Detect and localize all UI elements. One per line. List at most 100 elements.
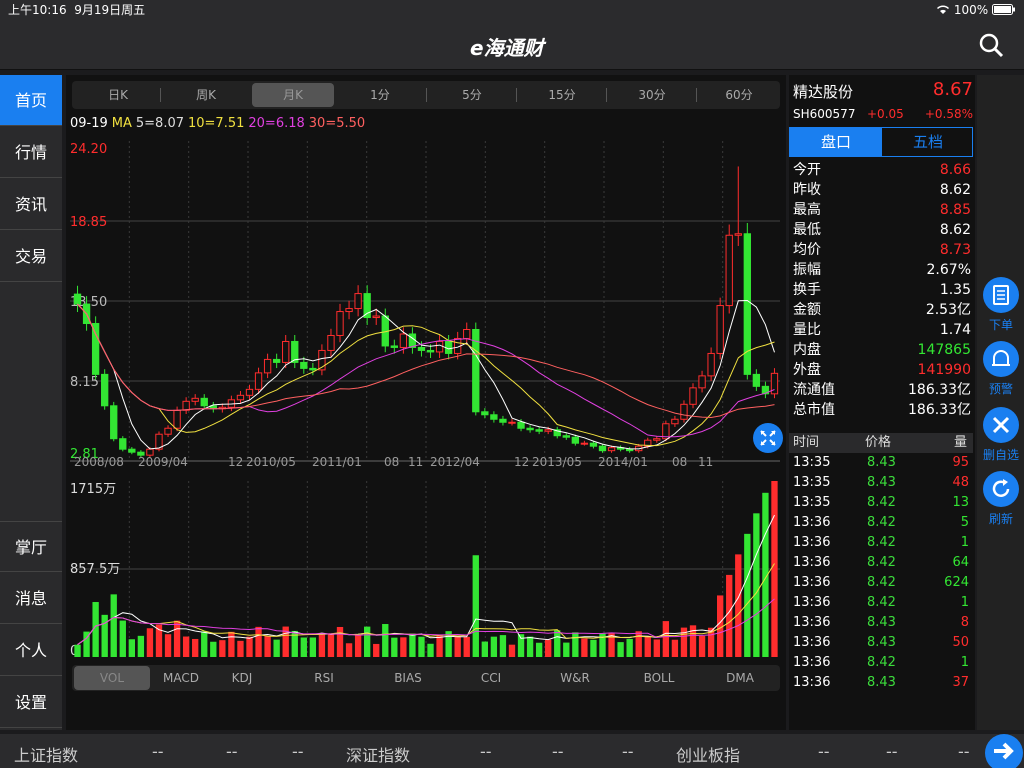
tab-macd[interactable]: MACD <box>152 666 210 690</box>
price-change-pct: +0.58% <box>924 107 973 121</box>
trade-qty: 48 <box>952 475 969 490</box>
remove-watchlist-button[interactable]: 删自选 <box>981 407 1021 463</box>
x-tick-label: 11 <box>408 455 423 469</box>
left-nav: 首页 行情 资讯 交易 掌厅 消息 个人 设置 <box>0 75 62 730</box>
quote-row-value: 8.66 <box>939 162 971 178</box>
tab-wr[interactable]: W&R <box>534 666 616 690</box>
tab-1min[interactable]: 1分 <box>338 83 422 107</box>
nav-item-market[interactable]: 行情 <box>0 127 62 178</box>
status-time: 上午10:16 9月19日周五 <box>8 3 146 17</box>
trade-row: 13:36 8.42 1 <box>793 533 971 553</box>
volume-bar <box>210 641 217 657</box>
trades-header: 时间 价格 量 <box>789 433 973 453</box>
x-tick-label: 08 <box>384 455 399 469</box>
alert-button[interactable]: 预警 <box>981 341 1021 397</box>
quote-row: 振幅 2.67% <box>793 260 971 280</box>
x-tick-label: 12 <box>228 455 243 469</box>
quote-row: 换手 1.35 <box>793 280 971 300</box>
zoom-button[interactable] <box>753 423 783 453</box>
x-tick-label: 2011/01 <box>312 455 362 469</box>
volume-bar <box>454 636 461 657</box>
tab-five-levels[interactable]: 五档 <box>882 128 974 156</box>
quote-row-label: 换手 <box>793 282 821 298</box>
candle-body <box>417 346 426 351</box>
candle-body <box>508 421 516 424</box>
quote-row-value: 8.73 <box>939 242 971 258</box>
candle-body <box>707 352 715 377</box>
tab-divider <box>606 88 607 102</box>
volume-bar <box>644 635 651 657</box>
candle-body <box>680 403 688 420</box>
trade-row: 13:36 8.42 624 <box>793 573 971 593</box>
candlestick-chart[interactable]: 24.2018.8513.508.152.812008/08 2009/04 12 2… <box>68 133 784 469</box>
tab-kdj[interactable]: KDJ <box>212 666 272 690</box>
volume-bar <box>753 513 760 657</box>
quote-row: 量比 1.74 <box>793 320 971 340</box>
refresh-button[interactable]: 刷新 <box>981 471 1021 527</box>
volume-bar <box>499 635 507 657</box>
nav-item-profile[interactable]: 个人 <box>0 625 62 676</box>
candle-body <box>236 394 245 401</box>
trade-time: 13:35 <box>793 495 831 510</box>
trade-qty: 1 <box>960 595 969 610</box>
trade-qty: 624 <box>944 575 969 590</box>
tab-month-k[interactable]: 月K <box>252 83 334 107</box>
tab-day-k[interactable]: 日K <box>80 83 156 107</box>
tab-quote[interactable]: 盘口 <box>790 128 882 156</box>
ma-date: 09-19 <box>70 116 108 131</box>
volume-bar <box>164 634 172 657</box>
nav-item-news[interactable]: 资讯 <box>0 179 62 230</box>
candle-body <box>336 311 344 336</box>
search-icon[interactable] <box>978 32 1004 58</box>
tab-60min[interactable]: 60分 <box>700 83 778 107</box>
tab-5min[interactable]: 5分 <box>430 83 514 107</box>
tab-rsi[interactable]: RSI <box>284 666 364 690</box>
tab-30min[interactable]: 30分 <box>610 83 694 107</box>
tab-cci[interactable]: CCI <box>450 666 532 690</box>
candle-body <box>535 429 543 432</box>
candle-body <box>272 358 281 363</box>
volume-bar <box>635 631 642 657</box>
candle-body <box>580 442 589 445</box>
tab-15min[interactable]: 15分 <box>520 83 604 107</box>
index-ticker[interactable]: 上证指数 -- -- -- 深证指数 -- -- -- 创业板指 -- -- -… <box>0 734 1024 768</box>
trades-header-price: 价格 <box>865 435 892 450</box>
tab-vol[interactable]: VOL <box>74 666 150 690</box>
nav-item-messages[interactable]: 消息 <box>0 573 62 624</box>
candle-body <box>517 421 525 429</box>
bell-icon <box>992 350 1010 366</box>
volume-bar <box>228 631 235 657</box>
volume-bar <box>581 638 588 657</box>
nav-item-home[interactable]: 首页 <box>0 75 62 126</box>
volume-bar <box>726 574 733 657</box>
candle-body <box>263 358 272 374</box>
trade-qty: 13 <box>952 495 969 510</box>
ticker-next-button[interactable] <box>985 734 1023 768</box>
nav-item-trade[interactable]: 交易 <box>0 231 62 282</box>
quote-row: 昨收 8.62 <box>793 180 971 200</box>
tab-boll[interactable]: BOLL <box>618 666 700 690</box>
volume-bar <box>192 638 199 657</box>
ticker-index-cyb: 创业板指 <box>676 746 741 765</box>
nav-item-settings[interactable]: 设置 <box>0 677 62 728</box>
volume-bar <box>744 533 751 657</box>
volume-tick-label: 1715万 <box>70 482 116 497</box>
ma10-value: 10=7.51 <box>188 116 245 131</box>
quote-row-value: 2.67% <box>926 262 971 278</box>
trade-price: 8.43 <box>867 615 896 630</box>
quote-row-label: 最高 <box>793 202 821 218</box>
tab-week-k[interactable]: 周K <box>166 83 246 107</box>
trade-price: 8.42 <box>867 595 896 610</box>
x-tick-label: 2013/05 <box>532 455 582 469</box>
candle-body <box>399 333 408 348</box>
trade-price: 8.42 <box>867 515 896 530</box>
tab-bias[interactable]: BIAS <box>368 666 448 690</box>
action-sidebar: 下单 预警 删自选 刷新 <box>977 75 1024 730</box>
nav-item-hall[interactable]: 掌厅 <box>0 521 62 572</box>
tab-divider <box>696 88 697 102</box>
place-order-button[interactable]: 下单 <box>981 277 1021 333</box>
volume-chart[interactable]: 1715万857.5万0 <box>68 479 784 659</box>
volume-bar <box>119 620 126 657</box>
ticker-index-sh: 上证指数 <box>14 746 79 765</box>
tab-dma[interactable]: DMA <box>702 666 778 690</box>
